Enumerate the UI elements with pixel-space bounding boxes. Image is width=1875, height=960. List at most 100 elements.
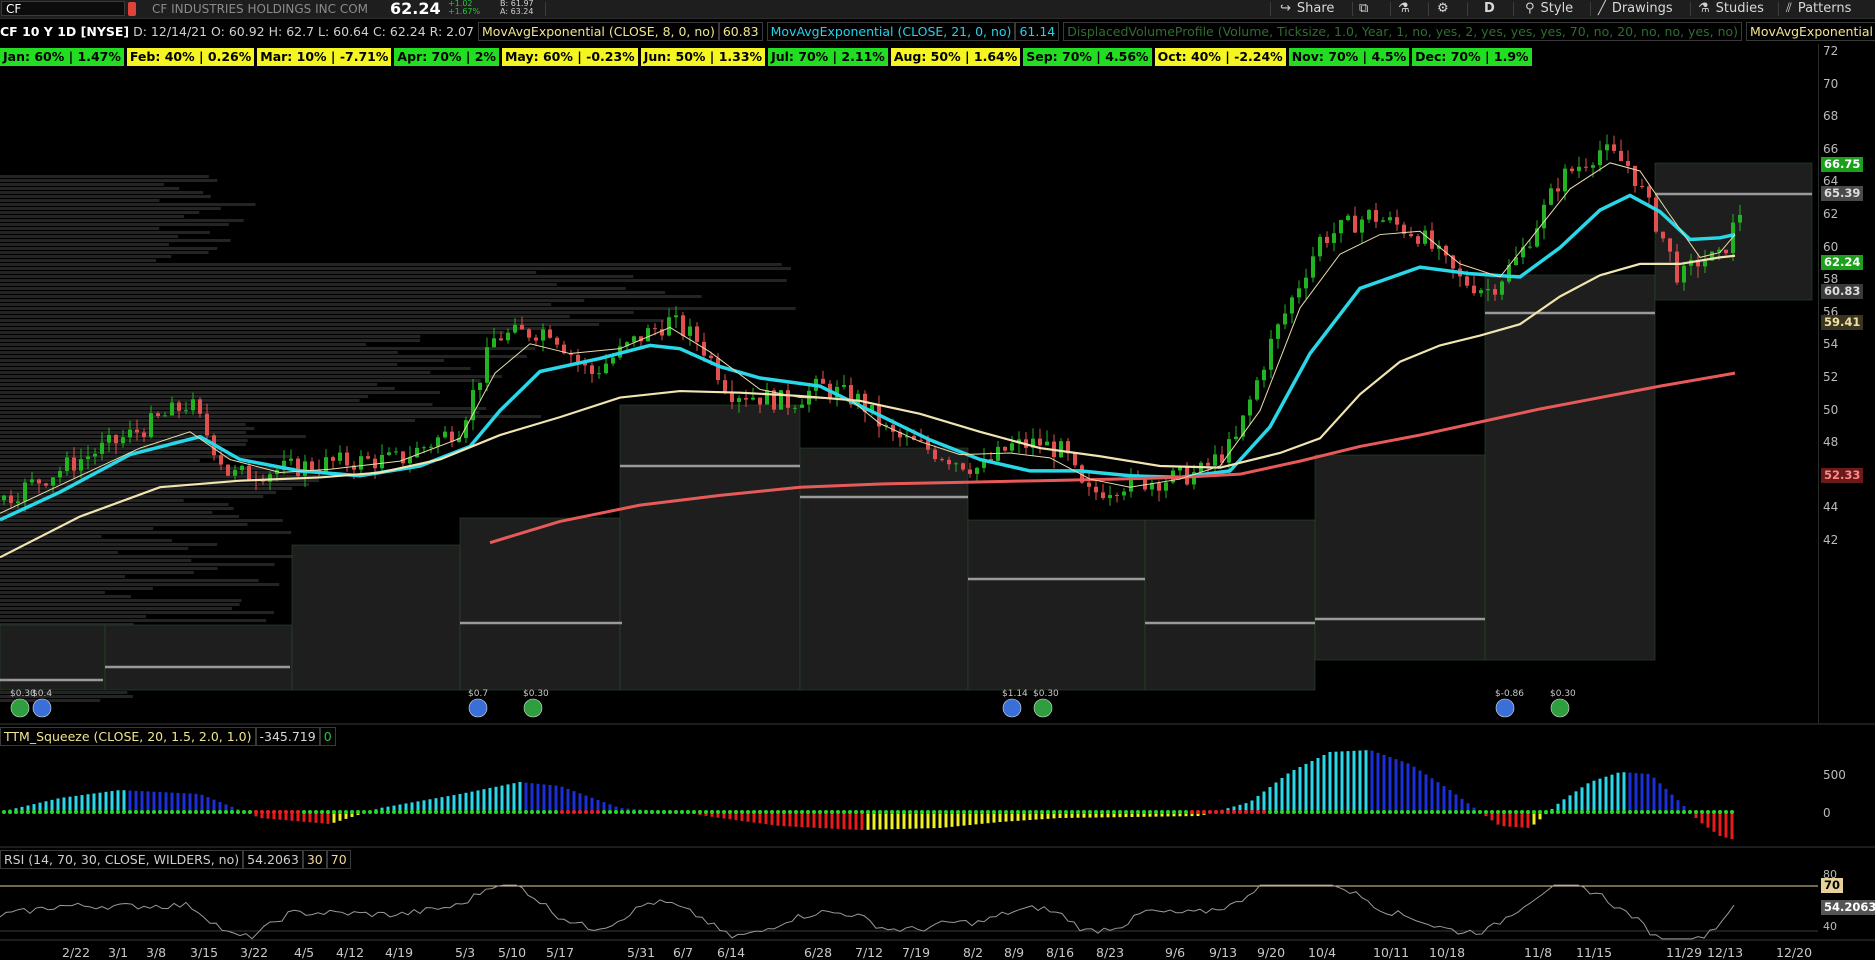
squeeze-dot <box>1148 810 1152 814</box>
squeeze-dot <box>1460 810 1464 814</box>
profile-bar <box>0 207 221 210</box>
squeeze-bar <box>476 790 480 812</box>
profile-bar <box>0 375 502 378</box>
squeeze-dot <box>224 810 228 814</box>
squeeze-bar <box>1652 777 1656 812</box>
squeeze-dot <box>1058 810 1062 814</box>
squeeze-bar <box>434 798 438 812</box>
squeeze-bar <box>1370 750 1374 812</box>
profile-bar <box>0 351 398 354</box>
candle-body <box>1738 214 1742 223</box>
squeeze-dot <box>788 810 792 814</box>
squeeze-bar <box>494 786 498 812</box>
profile-bar <box>0 563 275 566</box>
squeeze-bar <box>896 812 900 830</box>
squeeze-bar <box>800 812 804 828</box>
price-axis-label: 42 <box>1823 533 1839 547</box>
squeeze-dot <box>614 810 618 814</box>
candle-body <box>114 434 118 444</box>
squeeze-bar <box>464 792 468 812</box>
squeeze-bar <box>830 812 834 829</box>
squeeze-bar <box>536 783 540 812</box>
squeeze-dot <box>482 810 486 814</box>
squeeze-bar <box>1514 812 1518 828</box>
squeeze-bar <box>524 782 528 812</box>
squeeze-dot <box>440 810 444 814</box>
profile-bar <box>0 535 102 538</box>
squeeze-bar <box>572 791 576 812</box>
squeeze-dot <box>1646 810 1650 814</box>
squeeze-bar <box>908 812 912 829</box>
squeeze-dot <box>1454 810 1458 814</box>
candle-body <box>443 431 447 438</box>
dividend-amount: $0.30 <box>1550 689 1576 699</box>
squeeze-dot <box>554 810 558 814</box>
squeeze-bar <box>854 812 858 830</box>
squeeze-dot <box>1166 810 1170 814</box>
squeeze-bar <box>566 788 570 812</box>
squeeze-bar <box>1400 761 1404 812</box>
squeeze-dot <box>1430 810 1434 814</box>
candle-body <box>1472 285 1476 294</box>
profile-bar <box>0 619 267 622</box>
squeeze-dot <box>1694 810 1698 814</box>
profile-bar <box>0 371 431 374</box>
candle-body <box>1290 297 1294 314</box>
squeeze-dot <box>542 810 546 814</box>
squeeze-dot <box>974 810 978 814</box>
squeeze-bar <box>116 790 120 812</box>
candle-body <box>1248 399 1252 416</box>
profile-bar <box>0 403 433 406</box>
candle-body <box>1332 233 1336 243</box>
squeeze-label[interactable]: TTM_Squeeze (CLOSE, 20, 1.5, 2.0, 1.0) <box>0 727 256 746</box>
squeeze-dot <box>1280 810 1284 814</box>
squeeze-dot <box>344 810 348 814</box>
squeeze-dot <box>1388 810 1392 814</box>
squeeze-dot <box>1232 810 1236 814</box>
squeeze-bar <box>146 791 150 812</box>
squeeze-bar <box>902 812 906 829</box>
squeeze-dot <box>860 810 864 814</box>
profile-bar <box>0 531 292 534</box>
candle-body <box>107 434 111 443</box>
squeeze-dot <box>200 810 204 814</box>
profile-bar <box>0 339 421 342</box>
squeeze-dot <box>896 810 900 814</box>
squeeze-dot <box>1604 810 1608 814</box>
squeeze-dot <box>746 810 750 814</box>
profile-bar <box>0 231 210 234</box>
profile-bar <box>0 591 105 594</box>
squeeze-bar <box>1508 812 1512 827</box>
profile-bar <box>0 259 157 262</box>
price-tag: 65.39 <box>1821 186 1864 201</box>
squeeze-dot <box>1274 810 1278 814</box>
profile-bar <box>0 215 185 218</box>
candle-body <box>1311 256 1315 278</box>
squeeze-dot <box>1022 810 1026 814</box>
squeeze-dot <box>842 810 846 814</box>
price-axis-label: 52 <box>1823 370 1839 384</box>
profile-bar <box>0 559 192 562</box>
rsi-label[interactable]: RSI (14, 70, 30, CLOSE, WILDERS, no) <box>0 850 244 869</box>
squeeze-dot <box>1652 810 1656 814</box>
squeeze-dot <box>1040 810 1044 814</box>
candle-body <box>1269 338 1273 370</box>
squeeze-bar <box>1574 791 1578 812</box>
candle-body <box>492 338 496 348</box>
price-chart[interactable]: $0.30$0.4 $0.7 $0.30 $1.14 $0.30 $-0.86 $0.30 <box>0 0 1875 958</box>
candle-body <box>380 454 384 469</box>
dividend-markers[interactable]: $0.30$0.4 $0.7 $0.30 $1.14 $0.30 $-0.86 $0.30 <box>10 689 1576 718</box>
squeeze-dot <box>1376 810 1380 814</box>
squeeze-dot <box>1238 810 1242 814</box>
squeeze-bar <box>1502 812 1506 827</box>
earnings-icon <box>468 698 488 718</box>
profile-bar <box>0 471 309 474</box>
squeeze-bar <box>1406 763 1410 812</box>
candle-body <box>632 336 636 343</box>
squeeze-dot <box>1568 810 1572 814</box>
candle-body <box>366 456 370 459</box>
candle-body <box>1297 288 1301 298</box>
squeeze-bar <box>1598 778 1602 812</box>
profile-bar <box>0 267 791 270</box>
candle-body <box>1045 441 1049 446</box>
